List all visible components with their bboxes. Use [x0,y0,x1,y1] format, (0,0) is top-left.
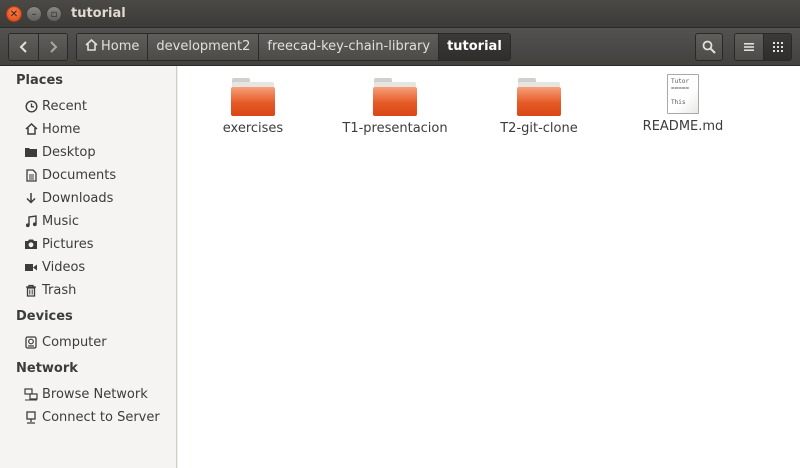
search-button[interactable] [695,33,723,61]
view-mode-buttons [734,33,792,61]
downloads-icon [24,191,38,205]
list-view-icon [744,42,754,51]
network-icon [24,387,38,401]
maximize-window-button[interactable]: ▫ [46,6,62,22]
breadcrumb-tutorial[interactable]: tutorial [438,34,510,60]
file-item-t2-git-clone[interactable]: T2-git-clone [479,78,599,136]
sidebar-item-trash[interactable]: Trash [24,280,76,300]
sidebar-item-videos[interactable]: Videos [24,257,85,277]
preview-line: Tutor [671,78,690,85]
sidebar-item-downloads[interactable]: Downloads [24,188,113,208]
sidebar-item-desktop[interactable]: Desktop [24,142,96,162]
minimize-window-button[interactable]: – [26,6,42,22]
file-view[interactable]: exercises T1-presentacion T2-git-clone T… [178,66,800,468]
file-name: exercises [222,121,284,136]
file-name: README.md [642,119,724,134]
sidebar-item-label: Recent [42,98,87,114]
videos-icon [24,260,38,274]
breadcrumb-label: development2 [156,39,251,54]
breadcrumb: Home development2 freecad-key-chain-libr… [76,33,511,61]
sidebar: Places Recent Home Desktop Documents Dow… [0,66,177,468]
sidebar-item-label: Trash [42,282,77,298]
trash-icon [24,283,38,297]
breadcrumb-freecad-key-chain-library[interactable]: freecad-key-chain-library [258,34,439,60]
breadcrumb-development2[interactable]: development2 [147,34,259,60]
title-bar[interactable]: ✕ – ▫ tutorial [0,0,800,28]
sidebar-item-connect-to-server[interactable]: Connect to Server [24,407,160,427]
minimize-icon: – [31,9,37,20]
sidebar-item-label: Pictures [42,236,94,252]
forward-button[interactable] [38,34,67,60]
grid-view-icon [772,41,783,52]
maximize-icon: ▫ [50,9,58,20]
file-manager-window: ✕ – ▫ tutorial Home development2 freecad… [0,0,800,468]
sidebar-item-home[interactable]: Home [24,119,80,139]
breadcrumb-label: Home [101,39,140,54]
sidebar-item-label: Downloads [42,190,114,206]
recent-icon [24,99,38,113]
file-item-t1-presentacion[interactable]: T1-presentacion [335,78,455,136]
breadcrumb-label: freecad-key-chain-library [267,39,431,54]
file-name: T2-git-clone [500,121,578,136]
list-view-button[interactable] [735,34,763,60]
places-header: Places [16,73,64,88]
back-button[interactable] [9,34,38,60]
chevron-right-icon [50,41,58,53]
devices-header: Devices [16,309,73,324]
navigation-buttons [8,33,68,61]
home-icon [85,34,98,60]
grid-view-button[interactable] [763,34,791,60]
sidebar-item-label: Music [42,213,79,229]
file-item-readme[interactable]: Tutor ===== This README.md [623,74,743,134]
close-window-button[interactable]: ✕ [6,6,22,22]
sidebar-item-label: Desktop [42,144,96,160]
folder-icon [517,78,561,116]
close-icon: ✕ [9,9,19,20]
folder-icon [373,78,417,116]
network-header: Network [16,361,78,376]
music-icon [24,214,38,228]
chevron-left-icon [19,41,27,53]
text-file-icon: Tutor ===== This [667,74,699,114]
desktop-icon [24,145,38,159]
file-name: T1-presentacion [342,121,448,136]
documents-icon [24,168,38,182]
file-item-exercises[interactable]: exercises [193,78,313,136]
preview-line: ===== [671,85,690,92]
toolbar: Home development2 freecad-key-chain-libr… [0,28,800,66]
sidebar-item-label: Home [42,121,81,137]
pictures-icon [24,237,38,251]
sidebar-item-label: Connect to Server [42,409,160,425]
sidebar-item-label: Computer [42,334,107,350]
breadcrumb-label: tutorial [447,39,502,54]
sidebar-item-label: Videos [42,259,86,275]
preview-line: This [671,99,686,106]
window-title: tutorial [71,6,126,21]
computer-icon [24,335,38,349]
sidebar-item-computer[interactable]: Computer [24,332,107,352]
home-icon [24,122,38,136]
sidebar-item-music[interactable]: Music [24,211,79,231]
sidebar-item-documents[interactable]: Documents [24,165,116,185]
search-icon [702,40,716,54]
server-icon [24,410,38,424]
sidebar-item-recent[interactable]: Recent [24,96,87,116]
sidebar-item-browse-network[interactable]: Browse Network [24,384,148,404]
sidebar-item-label: Documents [42,167,117,183]
breadcrumb-home[interactable]: Home [77,34,148,60]
folder-icon [231,78,275,116]
sidebar-item-pictures[interactable]: Pictures [24,234,93,254]
sidebar-item-label: Browse Network [42,386,148,402]
